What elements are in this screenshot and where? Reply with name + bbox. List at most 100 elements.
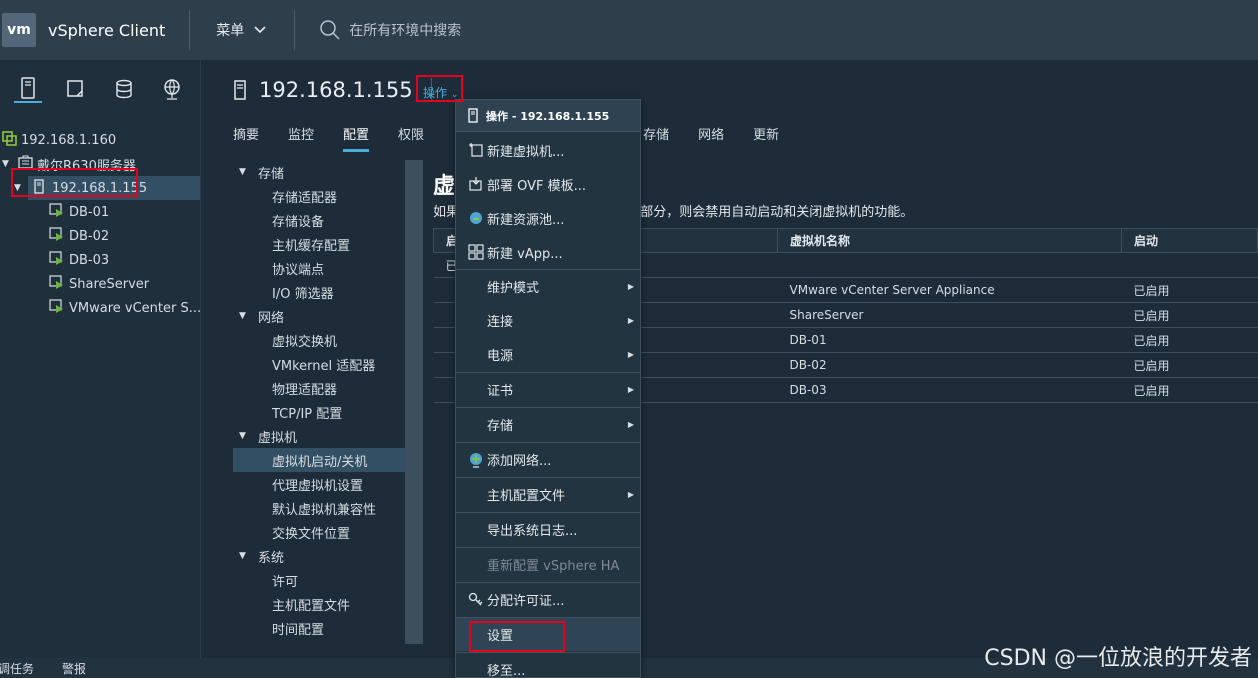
alarms-tab[interactable]: 警报 [62,660,86,677]
menu-item-export-logs[interactable]: 导出系统日志... [456,512,640,546]
nav-group-system[interactable]: ▼ 系统 [233,544,405,568]
nav-item[interactable]: 存储适配器 [233,184,405,208]
nav-group-label: 虚拟机 [258,430,298,446]
column-header-startup[interactable]: 启动 [1121,228,1258,253]
tree-item-datacenter[interactable]: ▼ 戴尔R630服务器 [0,152,200,176]
vm-running-icon [49,298,65,318]
nav-group-label: 网络 [258,310,285,326]
add-network-icon [468,452,484,468]
nav-item[interactable]: 交换文件位置 [233,520,405,544]
menu-item-label: 新建 vApp... [487,246,563,262]
nav-item[interactable]: I/O 筛选器 [233,280,405,304]
cell-startup: 已启用 [1121,327,1258,353]
host-icon [34,178,44,198]
nav-item[interactable]: 物理适配器 [233,376,405,400]
menu-item-new-resource-pool[interactable]: 新建资源池... [456,201,640,235]
tree-item-label: DB-03 [69,252,110,268]
nav-item[interactable]: 许可 [233,568,405,592]
nav-item-vm-startup-selected[interactable]: 虚拟机启动/关机 [233,448,405,472]
nav-group-storage[interactable]: ▼ 存储 [233,160,405,184]
menu-item-settings[interactable]: 设置 [456,617,640,651]
global-search[interactable]: 在所有环境中搜索 [319,19,461,41]
nav-group-networking[interactable]: ▼ 网络 [233,304,405,328]
nav-item[interactable]: 存储设备 [233,208,405,232]
app-title[interactable]: vSphere Client [48,21,165,40]
nav-group-label: 系统 [258,550,285,566]
recent-tasks-tab[interactable]: 调任务 [0,660,34,677]
column-header-vm-name[interactable]: 虚拟机名称 [777,228,1122,253]
menu-item-move-to[interactable]: 移至... [456,652,640,677]
tab-datastores[interactable]: 存储 [643,124,669,152]
tab-monitor[interactable]: 监控 [288,124,314,152]
tree-item-vm[interactable]: VMware vCenter S... [0,296,201,320]
tree-item-vm[interactable]: DB-03 [0,248,200,272]
tab-permissions[interactable]: 权限 [398,124,424,152]
nav-item[interactable]: 协议端点 [233,256,405,280]
menu-item-certificates[interactable]: 证书 ▶ [456,372,640,406]
networking-icon[interactable] [158,75,186,103]
nav-item[interactable]: 代理虚拟机设置 [233,472,405,496]
nav-item-label: 代理虚拟机设置 [272,478,364,494]
object-title: 192.168.1.155 [233,78,432,102]
nav-item[interactable]: 默认虚拟机兼容性 [233,496,405,520]
nav-item[interactable]: TCP/IP 配置 [233,400,405,424]
tab-summary[interactable]: 摘要 [233,124,259,152]
nav-item-label: 物理适配器 [272,382,338,398]
nav-item[interactable]: 主机配置文件 [233,592,405,616]
menu-item-new-vm[interactable]: 新建虚拟机... [456,133,640,167]
license-icon [468,592,484,608]
menu-item-label: 部署 OVF 模板... [487,178,587,194]
menu-item-label: 主机配置文件 [487,489,566,504]
menu-item-connection[interactable]: 连接 ▶ [456,303,640,337]
tree-item-label: ShareServer [69,276,150,292]
nav-item[interactable]: 主机缓存配置 [233,232,405,256]
menu-item-deploy-ovf[interactable]: 部署 OVF 模板... [456,167,640,201]
menu-item-label: 存储 [487,419,514,434]
hosts-clusters-icon[interactable] [14,75,42,103]
tree-item-vm[interactable]: DB-02 [0,224,200,248]
menu-item-add-networking[interactable]: 添加网络... [456,442,640,476]
menu-item-assign-license[interactable]: 分配许可证... [456,582,640,616]
nav-group-vms[interactable]: ▼ 虚拟机 [233,424,405,448]
vms-templates-icon[interactable] [62,75,90,103]
tab-networks[interactable]: 网络 [698,124,724,152]
configure-nav-scrollbar[interactable] [405,160,423,644]
menu-item-maintenance-mode[interactable]: 维护模式 ▶ [456,269,640,303]
nav-item-label: I/O 筛选器 [272,286,334,302]
dropdown-title: 操作 - 192.168.1.155 [486,109,610,123]
nav-item[interactable]: VMkernel 适配器 [233,352,405,376]
main-menu-button[interactable]: 菜单 [216,20,266,40]
vm-running-icon [49,274,65,294]
host-icon [234,80,246,100]
nav-item[interactable]: 时间配置 [233,616,405,640]
nav-item[interactable]: 虚拟交换机 [233,328,405,352]
actions-menu-button[interactable]: 操作 ⌄ [423,84,458,101]
tab-updates[interactable]: 更新 [753,124,779,152]
submenu-arrow-icon: ▶ [627,490,634,499]
chevron-down-icon[interactable]: ▼ [2,159,9,169]
tree-item-vm[interactable]: DB-01 [0,200,200,224]
menu-item-new-vapp[interactable]: 新建 vApp... [456,235,640,269]
tree-item-vm[interactable]: ShareServer [0,272,200,296]
cell-startup: 已启用 [1121,352,1258,378]
chevron-down-icon[interactable]: ▼ [14,183,21,193]
menu-item-storage[interactable]: 存储 ▶ [456,407,640,441]
vmware-logo[interactable]: vm [2,13,36,47]
object-title-text: 192.168.1.155 [259,78,413,102]
actions-label: 操作 [423,86,448,100]
storage-icon[interactable] [110,75,138,103]
nav-item-label: TCP/IP 配置 [272,406,343,422]
header-divider [189,10,191,50]
tree-item-vcenter[interactable]: 192.168.1.160 [0,128,200,152]
tab-configure[interactable]: 配置 [343,124,370,152]
menu-item-power[interactable]: 电源 ▶ [456,337,640,371]
menu-item-label: 连接 [487,314,514,330]
tree-item-label: 192.168.1.155 [52,180,148,196]
menu-item-label: 添加网络... [487,454,552,469]
submenu-arrow-icon: ▶ [627,349,634,359]
search-input[interactable]: 在所有环境中搜索 [349,20,461,40]
menu-item-host-profiles[interactable]: 主机配置文件 ▶ [456,477,640,511]
tree-item-host-selected[interactable]: ▼ 192.168.1.155 [14,176,200,200]
search-icon [320,20,340,40]
section-heading: 虚 [433,174,456,199]
